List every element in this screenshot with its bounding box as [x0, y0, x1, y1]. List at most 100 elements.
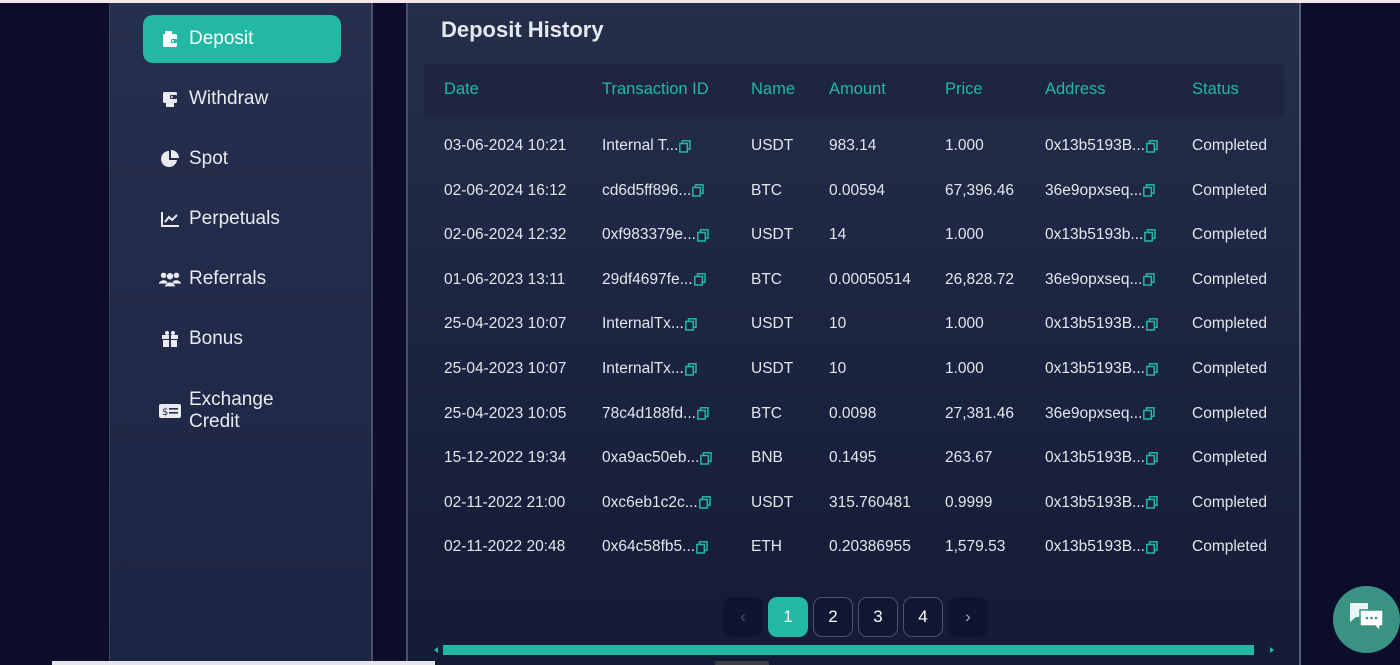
copy-icon[interactable] [684, 317, 697, 331]
date-cell-text: 25-04-2023 10:05 [444, 404, 567, 422]
table-row: 02-06-2024 12:32 0xf983379e... USDT 14 1.000… [424, 214, 1284, 258]
transaction-id-cell-text: 0xa9ac50eb... [602, 449, 700, 467]
transaction-id-cell: InternalTx... [602, 360, 697, 378]
amount-cell-text: 10 [829, 315, 847, 333]
copy-icon[interactable] [700, 451, 713, 465]
transaction-id-cell: 0xf983379e... [602, 226, 709, 244]
address-cell: 36e9opxseq... [1045, 181, 1156, 200]
name-cell: USDT [751, 226, 793, 244]
copy-icon[interactable] [684, 362, 697, 376]
address-cell-text: 36e9opxseq... [1045, 181, 1143, 199]
amount-cell: 10 [829, 360, 846, 378]
price-cell-text: 1.000 [945, 360, 984, 377]
copy-icon[interactable] [1146, 362, 1158, 376]
date-cell-text: 01-06-2023 13:11 [444, 270, 566, 288]
deposit-history-panel: Deposit History Date Transaction ID Name… [406, 3, 1301, 665]
address-cell: 0x13b5193B... [1045, 538, 1158, 556]
sidebar-item-perpetuals[interactable]: Perpetuals [143, 195, 341, 243]
name-cell-text: USDT [751, 137, 794, 154]
horizontal-scrollbar[interactable] [432, 644, 1278, 658]
page-button-1[interactable]: 1 [768, 597, 808, 637]
table-row: 25-04-2023 10:07 InternalTx... USDT 10 1.000… [424, 348, 1284, 392]
date-cell: 02-11-2022 21:00 [444, 494, 565, 512]
transaction-id-cell: 0xc6eb1c2c... [602, 494, 711, 512]
users-icon [159, 269, 181, 289]
copy-icon[interactable] [1143, 407, 1156, 420]
amount-cell: 315.760481 [829, 494, 911, 512]
copy-icon[interactable] [698, 496, 711, 510]
name-cell-text: BNB [751, 449, 783, 467]
amount-cell-text: 0.1495 [829, 449, 877, 467]
copy-icon[interactable] [1146, 451, 1158, 465]
prev-page-button[interactable]: ‹ [723, 597, 763, 637]
page-button-4[interactable]: 4 [903, 597, 943, 637]
gift-icon [159, 329, 181, 349]
copy-icon[interactable] [1143, 184, 1156, 197]
scroll-right-arrow-icon[interactable] [1270, 647, 1274, 653]
sidebar-item-spot[interactable]: Spot [143, 135, 341, 183]
date-cell-text: 15-12-2022 19:34 [444, 449, 567, 467]
copy-icon[interactable] [679, 139, 692, 153]
transaction-id-cell-text: 0xc6eb1c2c... [602, 493, 698, 511]
sidebar-item-bonus[interactable]: Bonus [143, 315, 341, 363]
date-cell: 02-11-2022 20:48 [444, 538, 565, 556]
status-cell-text: Completed [1192, 449, 1267, 467]
taskbar-strip [715, 661, 769, 665]
status-cell: Completed [1192, 137, 1267, 155]
sidebar-item-deposit[interactable]: Deposit [143, 15, 341, 63]
copy-icon[interactable] [1146, 139, 1158, 153]
next-page-button[interactable]: › [948, 597, 988, 637]
sidebar-item-label: Spot [189, 148, 229, 169]
page-button-2[interactable]: 2 [813, 597, 853, 637]
sidebar-item-exchange-credit[interactable]: $ Exchange Credit [143, 383, 341, 439]
copy-icon[interactable] [1143, 273, 1156, 287]
price-cell: 1.000 [945, 137, 984, 155]
scrollbar-thumb[interactable] [443, 645, 1254, 655]
copy-icon[interactable] [693, 273, 706, 287]
date-cell: 02-06-2024 12:32 [444, 226, 566, 244]
column-header-address: Address [1045, 80, 1106, 98]
copy-icon[interactable] [697, 228, 709, 242]
sidebar-item-withdraw[interactable]: Withdraw [143, 75, 341, 123]
chat-widget-button[interactable] [1333, 586, 1400, 653]
date-cell: 25-04-2023 10:05 [444, 405, 566, 423]
name-cell-text: USDT [751, 360, 794, 377]
copy-icon[interactable] [1146, 317, 1158, 331]
copy-icon[interactable] [692, 184, 705, 197]
address-cell-text: 0x13b5193B... [1045, 137, 1145, 154]
date-cell-text: 03-06-2024 10:21 [444, 137, 567, 154]
line-chart-icon [159, 209, 181, 229]
transaction-id-cell-text: Internal T... [602, 137, 679, 154]
copy-icon[interactable] [697, 407, 709, 420]
copy-icon[interactable] [1146, 540, 1158, 554]
status-cell-text: Completed [1192, 181, 1267, 199]
table-row: 02-11-2022 21:00 0xc6eb1c2c... USDT 315.760… [424, 482, 1284, 526]
transaction-id-cell-text: cd6d5ff896... [602, 181, 692, 199]
transaction-id-cell: InternalTx... [602, 315, 697, 333]
price-cell-text: 1.000 [945, 315, 984, 333]
sidebar-item-label: Withdraw [189, 88, 269, 109]
name-cell-text: USDT [751, 315, 794, 333]
name-cell-text: BTC [751, 181, 782, 199]
copy-icon[interactable] [1144, 228, 1157, 242]
status-cell-text: Completed [1192, 493, 1267, 511]
page-title: Deposit History [441, 17, 604, 42]
date-cell: 25-04-2023 10:07 [444, 360, 566, 378]
status-cell-text: Completed [1192, 404, 1267, 422]
status-cell: Completed [1192, 315, 1267, 333]
address-cell-text: 0x13b5193B... [1045, 315, 1145, 333]
page-button-3[interactable]: 3 [858, 597, 898, 637]
table-row: 25-04-2023 10:07 InternalTx... USDT 10 1.000… [424, 303, 1284, 347]
scroll-left-arrow-icon[interactable] [434, 647, 438, 653]
copy-icon[interactable] [696, 540, 708, 554]
sidebar-item-referrals[interactable]: Referrals [143, 255, 341, 303]
copy-icon[interactable] [1146, 496, 1158, 510]
sidebar: Deposit Withdraw Spot Perpetuals Referra… [109, 3, 373, 665]
date-cell-text: 02-06-2024 16:12 [444, 181, 567, 199]
price-cell-text: 67,396.46 [945, 181, 1014, 199]
sidebar-item-label: Exchange Credit [189, 389, 274, 432]
price-cell: 1.000 [945, 226, 984, 244]
table-row: 15-12-2022 19:34 0xa9ac50eb... BNB 0.1495 26… [424, 437, 1284, 481]
price-cell-text: 0.9999 [945, 493, 993, 511]
status-cell-text: Completed [1192, 538, 1267, 556]
